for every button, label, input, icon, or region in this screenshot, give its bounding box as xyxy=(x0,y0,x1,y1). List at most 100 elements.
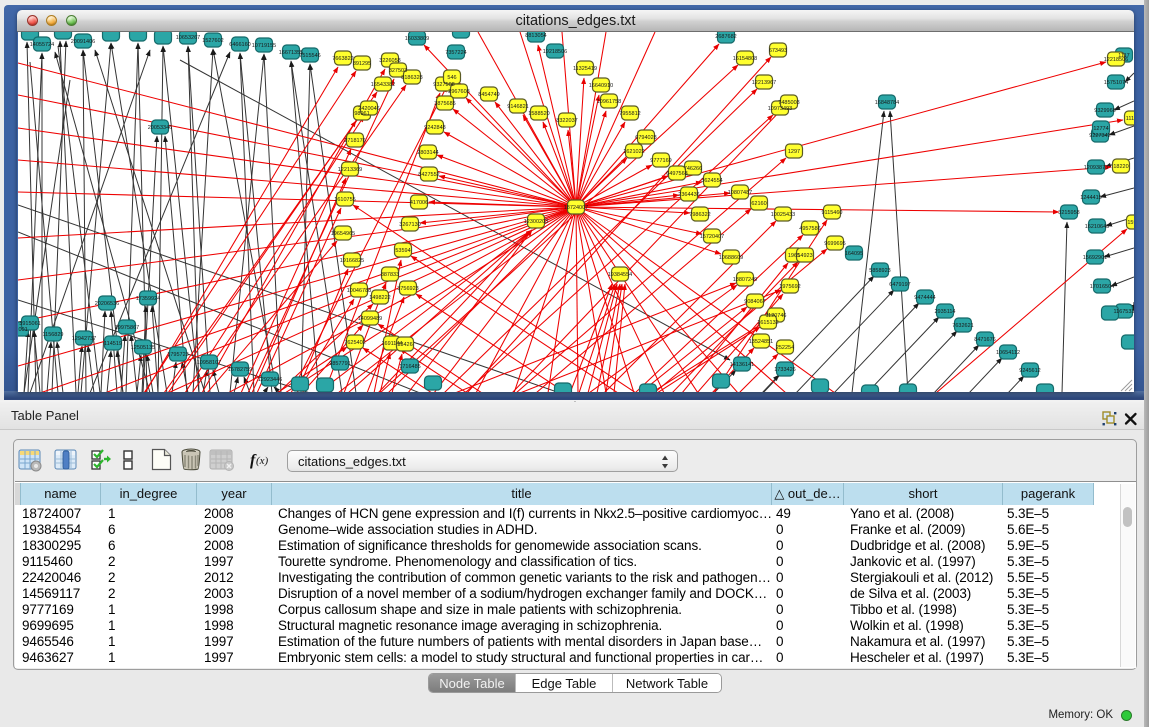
svg-text:19166825: 19166825 xyxy=(340,258,364,264)
svg-text:11125: 11125 xyxy=(1126,116,1134,122)
svg-text:17359924: 17359924 xyxy=(136,296,160,302)
svg-text:13524851: 13524851 xyxy=(749,339,773,345)
svg-text:8813054: 8813054 xyxy=(525,33,546,39)
svg-text:2718176: 2718176 xyxy=(344,138,365,144)
svg-text:1733426: 1733426 xyxy=(774,367,795,373)
svg-text:10807487: 10807487 xyxy=(728,190,752,196)
svg-text:20206536: 20206536 xyxy=(95,301,119,307)
svg-text:18807249: 18807249 xyxy=(733,277,757,283)
svg-text:164095: 164095 xyxy=(845,251,863,257)
svg-text:1244415: 1244415 xyxy=(1080,195,1101,201)
svg-text:15692901: 15692901 xyxy=(1083,255,1107,261)
svg-text:1527602: 1527602 xyxy=(202,38,223,44)
svg-text:6479197: 6479197 xyxy=(889,282,910,288)
svg-text:12213967: 12213967 xyxy=(752,80,776,86)
svg-text:16782759: 16782759 xyxy=(228,367,252,373)
svg-text:12923446: 12923446 xyxy=(258,377,282,383)
svg-text:53594: 53594 xyxy=(395,248,410,254)
svg-text:16033809: 16033809 xyxy=(405,36,429,42)
svg-text:10961758: 10961758 xyxy=(597,99,621,105)
svg-text:18220: 18220 xyxy=(1113,164,1128,170)
svg-text:12093873: 12093873 xyxy=(1084,165,1108,171)
svg-text:10958107: 10958107 xyxy=(197,360,221,366)
svg-text:7986322: 7986322 xyxy=(689,212,710,218)
svg-text:33426: 33426 xyxy=(397,342,412,348)
svg-text:18724007: 18724007 xyxy=(564,205,588,211)
svg-text:3267130: 3267130 xyxy=(399,222,420,228)
svg-text:327503: 327503 xyxy=(389,68,407,74)
svg-text:15958: 15958 xyxy=(1127,220,1134,226)
svg-text:(x): (x) xyxy=(256,455,269,467)
svg-text:2967608: 2967608 xyxy=(448,89,469,95)
svg-text:15720407: 15720407 xyxy=(700,234,724,240)
svg-text:3215958: 3215958 xyxy=(1058,210,1079,216)
svg-text:417006: 417006 xyxy=(410,200,428,206)
svg-text:546: 546 xyxy=(447,75,456,81)
svg-text:9329966: 9329966 xyxy=(1094,108,1115,114)
svg-text:3915061: 3915061 xyxy=(19,321,40,327)
svg-text:3875685: 3875685 xyxy=(434,101,455,107)
svg-text:14136141: 14136141 xyxy=(730,362,754,368)
svg-text:1795723: 1795723 xyxy=(167,352,188,358)
svg-text:7663822: 7663822 xyxy=(332,56,353,62)
svg-text:10654112: 10654112 xyxy=(996,350,1020,356)
svg-text:17016504: 17016504 xyxy=(1090,284,1114,290)
svg-text:2803144: 2803144 xyxy=(417,150,438,156)
svg-text:2364436: 2364436 xyxy=(678,192,699,198)
svg-text:62160: 62160 xyxy=(751,201,766,207)
svg-text:10719155: 10719155 xyxy=(252,43,276,49)
svg-text:8471676: 8471676 xyxy=(974,337,995,343)
svg-text:7632621: 7632621 xyxy=(952,323,973,329)
svg-text:3226058: 3226058 xyxy=(379,58,400,64)
svg-text:6466160: 6466160 xyxy=(229,42,250,48)
svg-text:12505135: 12505135 xyxy=(131,345,155,351)
svg-text:20053346: 20053346 xyxy=(148,125,172,131)
svg-text:3624554: 3624554 xyxy=(701,178,722,184)
svg-text:14923: 14923 xyxy=(797,253,812,259)
svg-text:9227342: 9227342 xyxy=(1089,133,1110,139)
svg-text:9327508: 9327508 xyxy=(433,82,454,88)
svg-text:7625402: 7625402 xyxy=(344,340,365,346)
svg-text:19218506: 19218506 xyxy=(543,49,567,55)
svg-text:12774: 12774 xyxy=(1093,126,1108,132)
svg-text:10025433: 10025433 xyxy=(771,212,795,218)
svg-text:2420046: 2420046 xyxy=(358,106,379,112)
svg-text:8322037: 8322037 xyxy=(556,118,577,124)
svg-text:11325419: 11325419 xyxy=(573,66,597,72)
svg-text:1716485: 1716485 xyxy=(399,364,420,370)
svg-text:4957586: 4957586 xyxy=(799,226,820,232)
svg-text:252254: 252254 xyxy=(776,345,794,351)
svg-text:9245612: 9245612 xyxy=(1019,368,1040,374)
svg-text:8186328: 8186328 xyxy=(401,75,422,81)
svg-text:10046788: 10046788 xyxy=(347,288,371,294)
svg-text:1615132: 1615132 xyxy=(757,320,778,326)
svg-text:9474444: 9474444 xyxy=(914,295,935,301)
svg-text:9699695: 9699695 xyxy=(824,241,845,247)
svg-text:9857791: 9857791 xyxy=(329,361,350,367)
svg-text:8427552: 8427552 xyxy=(418,172,439,178)
svg-text:9115460: 9115460 xyxy=(821,210,842,216)
svg-text:2687682: 2687682 xyxy=(715,34,736,40)
svg-text:9084067: 9084067 xyxy=(744,299,765,305)
svg-text:6794028: 6794028 xyxy=(635,135,656,141)
svg-text:5858923: 5858923 xyxy=(869,268,890,274)
svg-text:20091406: 20091406 xyxy=(71,39,95,45)
svg-text:19654965: 19654965 xyxy=(331,231,355,237)
svg-text:7485003: 7485003 xyxy=(778,100,799,106)
svg-text:9242848: 9242848 xyxy=(424,125,445,131)
svg-text:10688609: 10688609 xyxy=(719,255,743,261)
svg-text:19384554: 19384554 xyxy=(608,272,632,278)
svg-text:1621022: 1621022 xyxy=(623,149,644,155)
svg-text:7357224: 7357224 xyxy=(445,50,466,56)
svg-text:1297: 1297 xyxy=(788,149,800,155)
svg-text:16640910: 16640910 xyxy=(589,83,613,89)
svg-text:9146821: 9146821 xyxy=(507,104,528,110)
svg-text:891295: 891295 xyxy=(353,61,371,67)
svg-text:1156829: 1156829 xyxy=(42,332,63,338)
svg-text:6497568: 6497568 xyxy=(666,171,687,177)
svg-text:1498222: 1498222 xyxy=(369,295,390,301)
svg-text:12218506: 12218506 xyxy=(1104,57,1128,63)
svg-text:51001: 51001 xyxy=(18,327,28,333)
svg-text:673493: 673493 xyxy=(769,48,787,54)
svg-text:16210643: 16210643 xyxy=(1085,224,1109,230)
